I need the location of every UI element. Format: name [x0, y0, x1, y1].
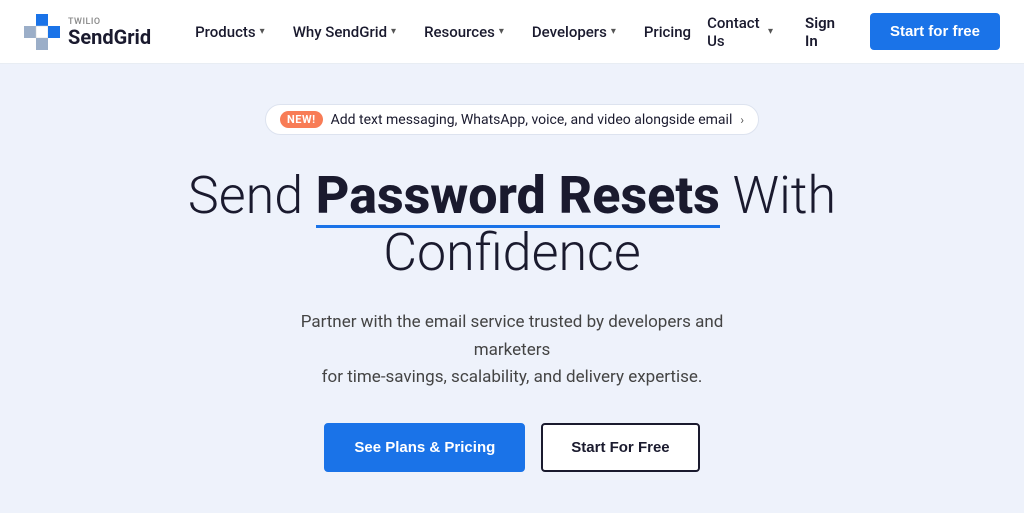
headline-prefix: Send: [188, 165, 316, 226]
nav-contact-label: Contact Us: [707, 14, 764, 50]
hero-buttons: See Plans & Pricing Start For Free: [324, 423, 699, 472]
nav-products-chevron: ▾: [260, 26, 265, 37]
hero-section: NEW! Add text messaging, WhatsApp, voice…: [0, 64, 1024, 513]
logo-sendgrid-text: SendGrid: [68, 27, 151, 47]
new-badge: NEW!: [280, 111, 323, 128]
sendgrid-logo-icon: [24, 14, 60, 50]
nav-start-free-button[interactable]: Start for free: [870, 13, 1000, 50]
logo-text: TWILIO SendGrid: [68, 17, 151, 47]
nav-item-products[interactable]: Products ▾: [183, 15, 277, 49]
nav-products-label: Products: [195, 23, 256, 41]
announcement-arrow: ›: [740, 113, 744, 127]
logo[interactable]: TWILIO SendGrid: [24, 14, 151, 50]
nav-why-chevron: ▾: [391, 26, 396, 37]
nav-contact-chevron: ▾: [768, 26, 773, 37]
navbar: TWILIO SendGrid Products ▾ Why SendGrid …: [0, 0, 1024, 64]
nav-links: Products ▾ Why SendGrid ▾ Resources ▾ De…: [183, 15, 703, 49]
btn-plans-label: See Plans & Pricing: [354, 439, 495, 456]
nav-developers-chevron: ▾: [611, 26, 616, 37]
headline-bold: Password Resets: [316, 167, 720, 224]
nav-sign-in[interactable]: Sign In: [793, 6, 854, 58]
hero-headline: Send Password Resets With Confidence: [112, 167, 912, 281]
nav-resources-chevron: ▾: [499, 26, 504, 37]
page-wrapper: TWILIO SendGrid Products ▾ Why SendGrid …: [0, 0, 1024, 513]
nav-pricing-label: Pricing: [644, 23, 691, 41]
nav-why-label: Why SendGrid: [293, 23, 387, 41]
hero-subtext-line1: Partner with the email service trusted b…: [301, 312, 724, 359]
announcement-banner[interactable]: NEW! Add text messaging, WhatsApp, voice…: [265, 104, 759, 135]
hero-subtext: Partner with the email service trusted b…: [272, 309, 752, 391]
start-free-button[interactable]: Start For Free: [541, 423, 699, 472]
announcement-text: Add text messaging, WhatsApp, voice, and…: [331, 112, 733, 128]
nav-start-free-label: Start for free: [890, 23, 980, 40]
hero-subtext-line2: for time-savings, scalability, and deliv…: [322, 367, 703, 387]
nav-item-pricing[interactable]: Pricing: [632, 15, 703, 49]
nav-item-why-sendgrid[interactable]: Why SendGrid ▾: [281, 15, 408, 49]
nav-right: Contact Us ▾ Sign In Start for free: [703, 6, 1000, 58]
nav-item-developers[interactable]: Developers ▾: [520, 15, 628, 49]
nav-resources-label: Resources: [424, 23, 495, 41]
nav-developers-label: Developers: [532, 23, 607, 41]
see-plans-button[interactable]: See Plans & Pricing: [324, 423, 525, 472]
nav-item-resources[interactable]: Resources ▾: [412, 15, 516, 49]
btn-free-label: Start For Free: [571, 439, 669, 456]
nav-contact-us[interactable]: Contact Us ▾: [703, 6, 777, 58]
nav-signin-label: Sign In: [805, 14, 835, 50]
